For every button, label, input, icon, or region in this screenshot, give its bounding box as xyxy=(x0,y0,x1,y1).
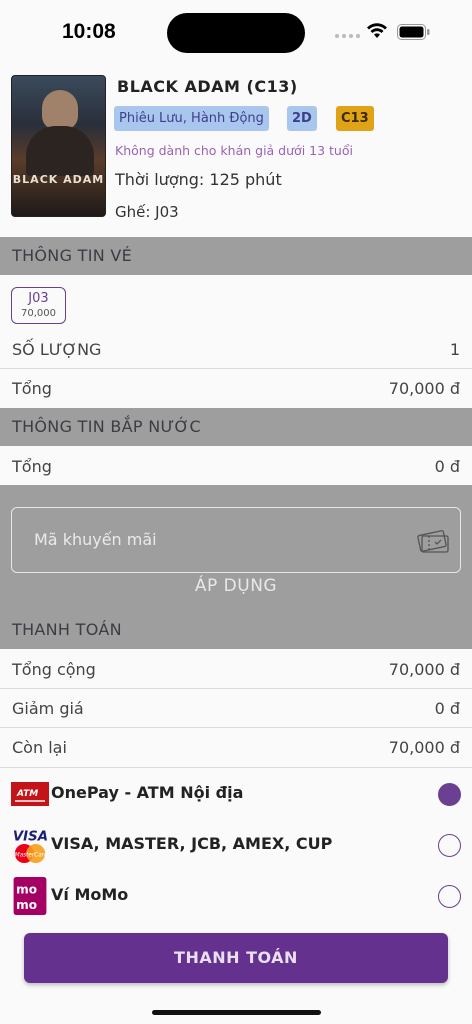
remaining-value: 70,000 đ xyxy=(388,737,460,757)
movie-duration: Thời lượng: 125 phút xyxy=(115,170,282,189)
movie-info: BLACK ADAM BLACK ADAM (C13) Phiêu Lưu, H… xyxy=(0,62,472,237)
home-indicator[interactable] xyxy=(152,1010,321,1015)
grand-total-label: Tổng cộng xyxy=(12,659,96,679)
checkout-button[interactable]: THANH TOÁN xyxy=(24,933,448,983)
status-time: 10:08 xyxy=(62,20,116,43)
ticket-total-row: Tổng 70,000 đ xyxy=(0,368,472,408)
atm-logo-icon: ATM xyxy=(11,782,49,806)
dynamic-island xyxy=(167,13,305,53)
quantity-row: SỐ LƯỢNG 1 xyxy=(0,329,472,369)
grand-total-row: Tổng cộng 70,000 đ xyxy=(0,649,472,689)
svg-text:mo: mo xyxy=(16,882,37,896)
payment-method-atm[interactable]: ATM OnePay - ATM Nội địa xyxy=(0,769,472,819)
promo-placeholder: Mã khuyến mãi xyxy=(34,530,157,549)
snack-total-value: 0 đ xyxy=(434,456,460,476)
remaining-label: Còn lại xyxy=(12,737,67,757)
seat-info: Ghế: J03 xyxy=(115,203,179,221)
radio-atm[interactable] xyxy=(438,783,461,806)
promo-area: Mã khuyến mãi ÁP DỤNG xyxy=(0,485,472,611)
discount-label: Giảm giá xyxy=(12,698,84,718)
poster-title: BLACK ADAM xyxy=(12,173,105,186)
genre-tag: Phiêu Lưu, Hành Động xyxy=(114,106,269,131)
svg-text:mo: mo xyxy=(16,898,37,912)
movie-title: BLACK ADAM (C13) xyxy=(117,77,298,96)
movie-poster: BLACK ADAM xyxy=(11,75,106,217)
ticket-icon[interactable] xyxy=(416,526,450,554)
momo-logo-icon: mo mo xyxy=(13,877,47,915)
seat-chip: J03 70,000 xyxy=(11,287,66,324)
ticket-section-header: THÔNG TIN VÉ xyxy=(0,237,472,275)
battery-icon xyxy=(397,24,430,40)
ticket-total-label: Tổng xyxy=(12,378,52,398)
payment-method-momo[interactable]: mo mo Ví MoMo xyxy=(0,871,472,921)
age-warning: Không dành cho khán giả dưới 13 tuổi xyxy=(115,143,353,158)
seat-chip-price: 70,000 xyxy=(21,308,56,319)
payment-method-label: Ví MoMo xyxy=(51,885,129,904)
radio-momo[interactable] xyxy=(438,885,461,908)
visa-mastercard-logo-icon: VISA MasterCard xyxy=(13,829,48,864)
seat-chip-code: J03 xyxy=(28,291,49,306)
discount-row: Giảm giá 0 đ xyxy=(0,688,472,728)
svg-text:ATM: ATM xyxy=(16,789,38,799)
payment-method-label: VISA, MASTER, JCB, AMEX, CUP xyxy=(51,834,333,853)
status-bar: 10:08 xyxy=(0,0,472,62)
radio-card[interactable] xyxy=(438,834,461,857)
grand-total-value: 70,000 đ xyxy=(388,659,460,679)
format-tag: 2D xyxy=(287,106,317,131)
payment-method-card[interactable]: VISA MasterCard VISA, MASTER, JCB, AMEX,… xyxy=(0,820,472,870)
ticket-total-value: 70,000 đ xyxy=(388,378,460,398)
payment-method-label: OnePay - ATM Nội địa xyxy=(51,783,244,802)
divider xyxy=(0,767,472,768)
snack-section-header: THÔNG TIN BẮP NƯỚC xyxy=(0,408,472,446)
svg-text:MasterCard: MasterCard xyxy=(15,852,48,858)
discount-value: 0 đ xyxy=(434,698,460,718)
cellular-signal-icon xyxy=(335,34,360,38)
apply-promo-button[interactable]: ÁP DỤNG xyxy=(0,576,472,596)
svg-text:VISA: VISA xyxy=(13,829,48,844)
rating-tag: C13 xyxy=(336,106,374,131)
remaining-row: Còn lại 70,000 đ xyxy=(0,727,472,767)
snack-total-label: Tổng xyxy=(12,456,52,476)
quantity-label: SỐ LƯỢNG xyxy=(12,339,102,359)
snack-total-row: Tổng 0 đ xyxy=(0,446,472,486)
payment-section-header: THANH TOÁN xyxy=(0,611,472,649)
promo-code-input[interactable]: Mã khuyến mãi xyxy=(11,507,461,573)
quantity-value: 1 xyxy=(449,339,460,359)
wifi-icon xyxy=(367,23,387,38)
